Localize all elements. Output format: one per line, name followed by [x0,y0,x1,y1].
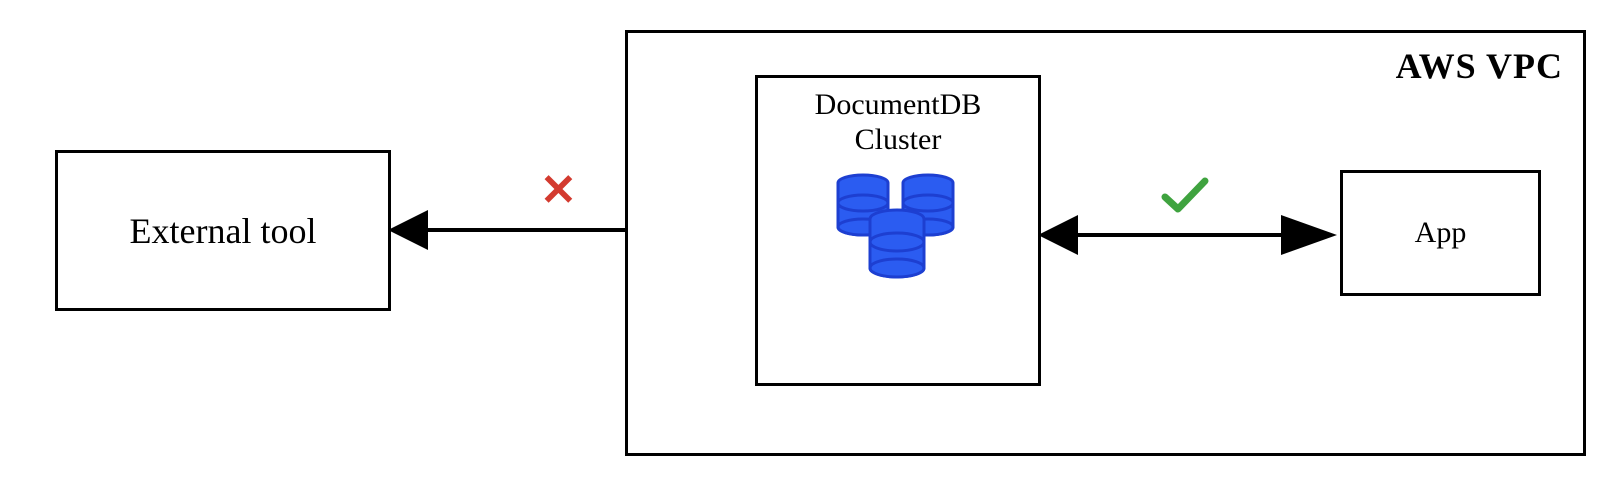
cluster-label: DocumentDB Cluster [758,88,1038,157]
allowed-icon [1160,175,1210,215]
aws-vpc-label: AWS VPC [1396,45,1563,87]
external-tool-box: External tool [55,150,391,311]
blocked-icon: ✕ [540,165,577,216]
database-icon [818,165,978,295]
cluster-label-line2: Cluster [855,123,942,156]
app-box: App [1340,170,1541,296]
external-tool-label: External tool [130,210,317,252]
app-label: App [1415,216,1467,250]
cluster-label-line1: DocumentDB [815,88,982,121]
documentdb-cluster-box: DocumentDB Cluster [755,75,1041,386]
